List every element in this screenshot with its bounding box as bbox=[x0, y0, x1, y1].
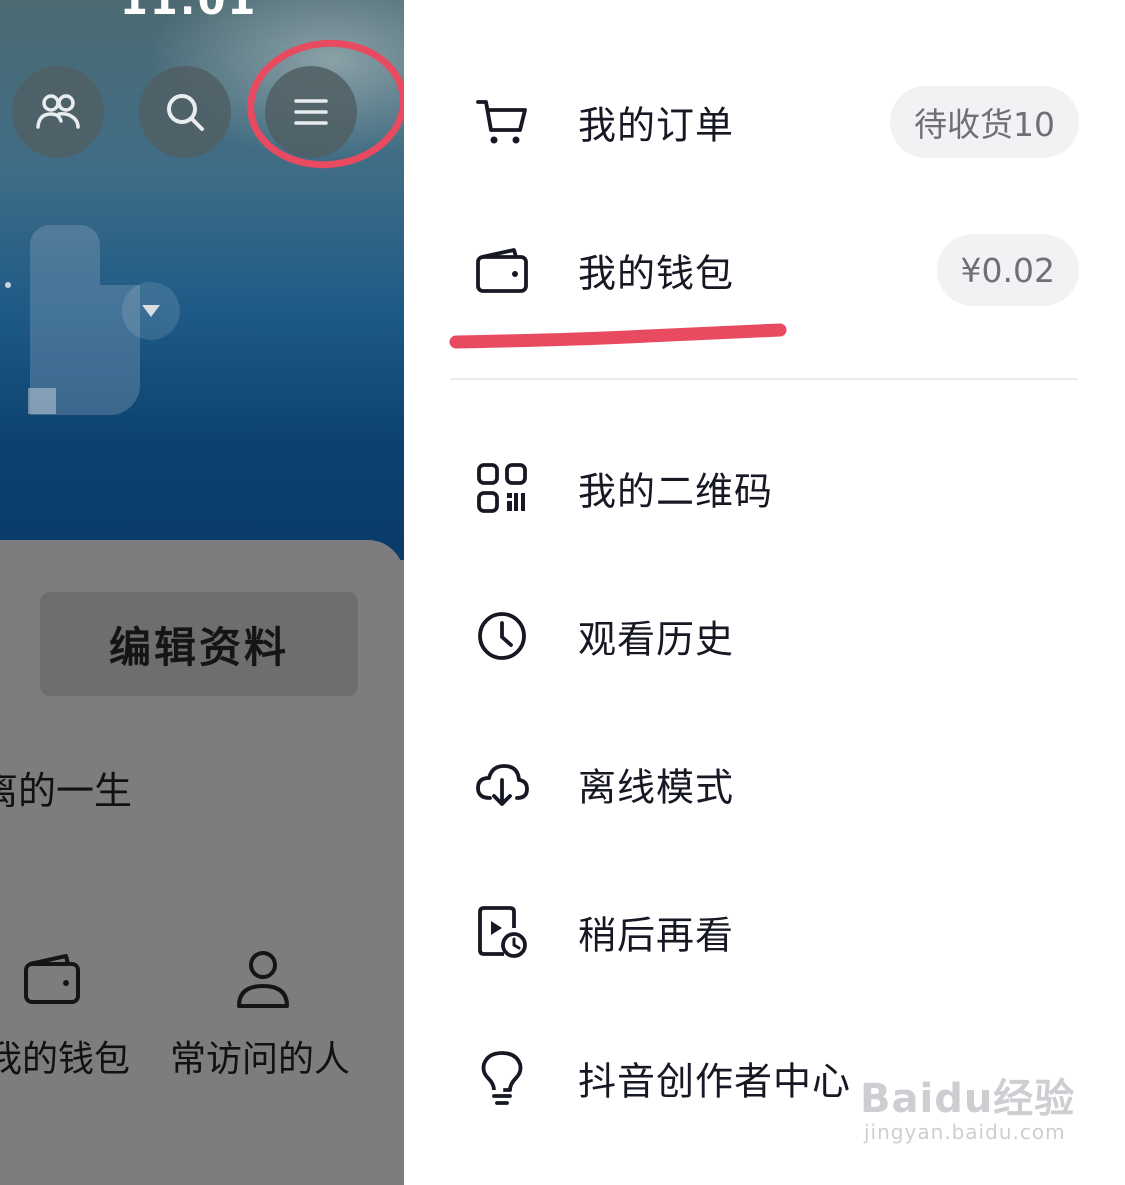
cart-icon bbox=[474, 94, 530, 150]
blurred-avatar bbox=[30, 225, 100, 285]
profile-background: 11:01 编辑资料 离的一生 bbox=[0, 0, 404, 1185]
menu-item-orders[interactable]: 我的订单 待收货10 bbox=[404, 62, 1125, 182]
menu-item-offline[interactable]: 离线模式 bbox=[404, 724, 1125, 844]
search-button[interactable] bbox=[139, 66, 231, 158]
account-switch-button[interactable] bbox=[122, 282, 180, 340]
friends-icon bbox=[36, 94, 80, 129]
blurred-pixel bbox=[28, 388, 56, 414]
wallet-icon[interactable] bbox=[22, 948, 82, 1012]
watermark-main: Baidu经验 bbox=[860, 1076, 1076, 1122]
wallet-icon bbox=[474, 242, 530, 298]
profile-bio: 离的一生 bbox=[0, 769, 133, 813]
friends-button[interactable] bbox=[12, 66, 104, 158]
status-time: 11:01 bbox=[120, 0, 258, 24]
person-icon[interactable] bbox=[233, 948, 293, 1016]
baidu-watermark: Baidu经验 jingyan.baidu.com bbox=[860, 1066, 1075, 1144]
side-drawer: 我的订单 待收货10 我的钱包 ¥0.02 我的二维码 观看历史 离线模式 稍后… bbox=[404, 0, 1125, 1185]
watermark-sub: jingyan.baidu.com bbox=[864, 1120, 1066, 1144]
shortcut-wallet-label[interactable]: 我的钱包 bbox=[0, 1030, 130, 1082]
orders-badge: 待收货10 bbox=[890, 86, 1079, 158]
cloud-download-icon bbox=[474, 756, 530, 812]
menu-item-label: 抖音创作者中心 bbox=[578, 1059, 852, 1104]
search-icon bbox=[167, 94, 204, 131]
chevron-down-icon bbox=[142, 305, 160, 317]
menu-item-qrcode[interactable]: 我的二维码 bbox=[404, 428, 1125, 548]
qrcode-icon bbox=[474, 460, 530, 516]
menu-item-label: 稍后再看 bbox=[578, 913, 735, 958]
wallet-balance-badge: ¥0.02 bbox=[936, 234, 1079, 306]
dot bbox=[5, 282, 11, 288]
edit-profile-button[interactable]: 编辑资料 bbox=[40, 592, 358, 696]
menu-item-label: 我的订单 bbox=[578, 103, 735, 148]
menu-item-label: 我的钱包 bbox=[578, 251, 735, 296]
menu-item-label: 观看历史 bbox=[578, 617, 735, 662]
menu-item-watch-later[interactable]: 稍后再看 bbox=[404, 872, 1125, 992]
menu-item-wallet[interactable]: 我的钱包 ¥0.02 bbox=[404, 210, 1125, 330]
annotation-underline bbox=[449, 323, 787, 349]
shortcut-frequent-label[interactable]: 常访问的人 bbox=[170, 1030, 350, 1082]
divider bbox=[450, 378, 1078, 380]
menu-item-history[interactable]: 观看历史 bbox=[404, 576, 1125, 696]
menu-item-label: 我的二维码 bbox=[578, 469, 774, 514]
lightbulb-icon bbox=[474, 1050, 530, 1106]
menu-item-label: 离线模式 bbox=[578, 765, 735, 810]
watch-later-icon bbox=[474, 904, 530, 960]
clock-icon bbox=[474, 608, 530, 664]
